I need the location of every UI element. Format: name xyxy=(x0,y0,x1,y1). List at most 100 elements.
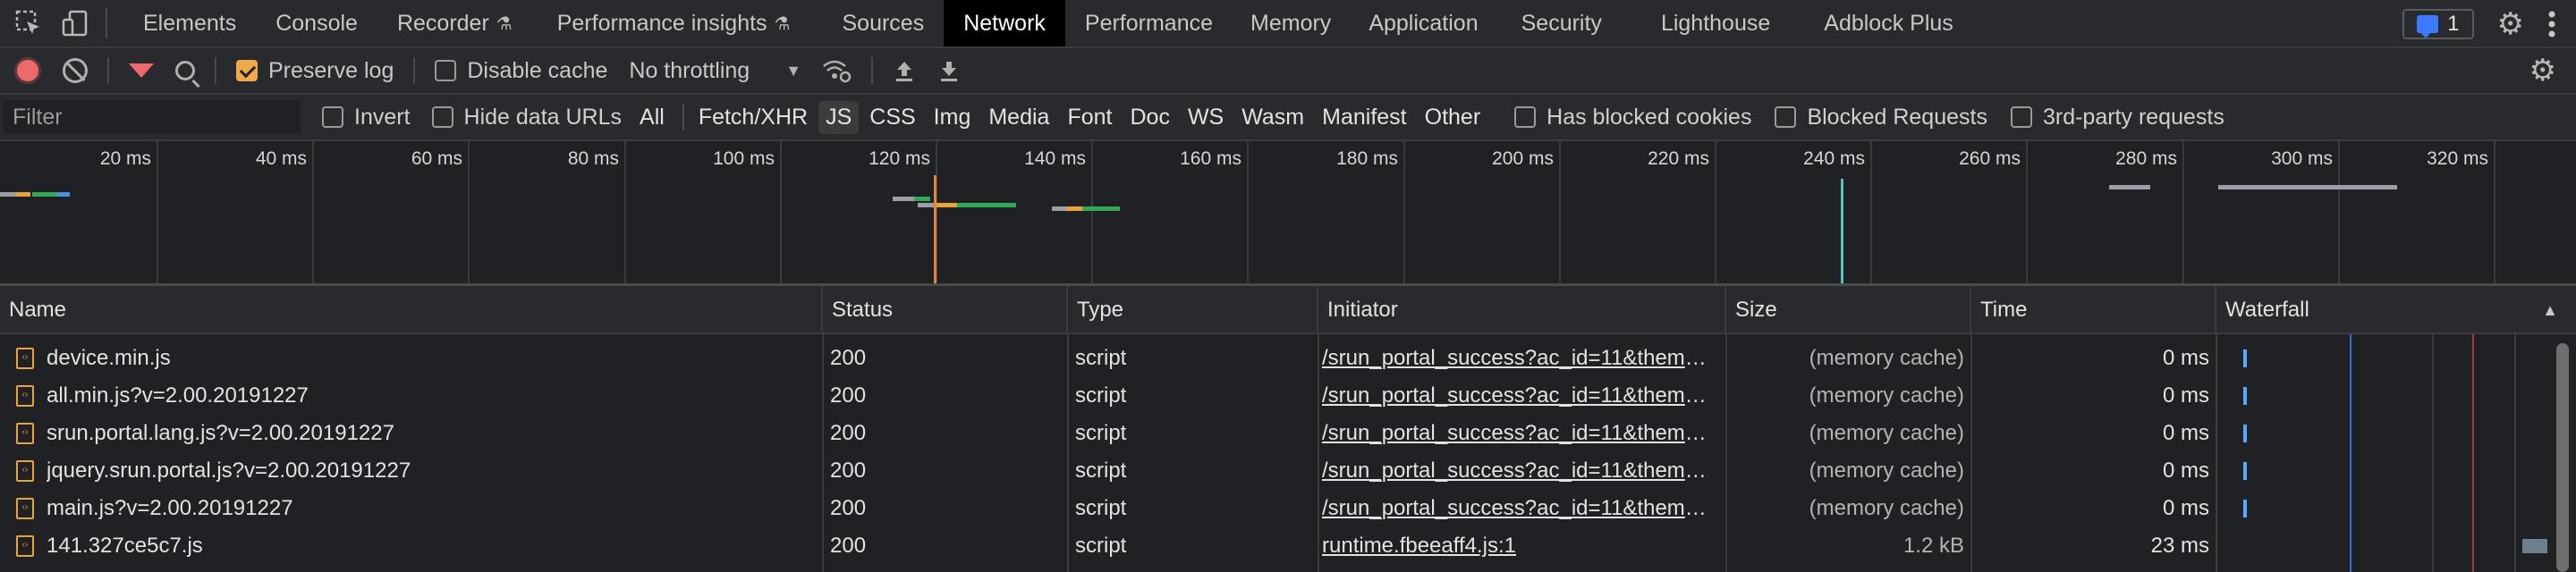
table-row[interactable]: ‹› device.min.js 200 script/srun_portal_suc… xyxy=(0,340,2549,377)
tab-recorder[interactable]: Recorder ⚗ xyxy=(377,0,532,46)
throttling-select[interactable]: No throttling ▼ xyxy=(629,58,801,84)
checkbox-checked[interactable] xyxy=(236,60,258,81)
table-row[interactable]: ‹› srun.portal.lang.js?v=2.00.20191227 200… xyxy=(0,415,2549,452)
table-scrollbar[interactable] xyxy=(2551,334,2576,572)
request-status: 200 xyxy=(830,383,867,408)
overview-grid-line xyxy=(780,141,782,283)
tab-lighthouse[interactable]: Lighthouse xyxy=(1625,0,1790,46)
more-options-icon[interactable] xyxy=(2547,10,2556,38)
overview-tick-label: 120 ms xyxy=(869,148,930,169)
type-filter-doc[interactable]: Doc xyxy=(1123,101,1176,134)
request-table: Name Status Type Initiator Size Time Wat… xyxy=(0,286,2576,572)
clear-icon[interactable] xyxy=(63,58,88,83)
type-filter-css[interactable]: CSS xyxy=(862,101,922,134)
type-filter-img[interactable]: Img xyxy=(927,101,979,134)
invert-checkbox[interactable]: Invert xyxy=(322,105,411,130)
checkbox-unchecked[interactable] xyxy=(435,60,457,81)
sort-ascending-icon[interactable]: ▲ xyxy=(2542,286,2558,334)
column-header-waterfall[interactable]: Waterfall xyxy=(2216,286,2576,334)
network-conditions-icon[interactable] xyxy=(821,58,852,83)
checkbox-label: 3rd-party requests xyxy=(2042,104,2224,130)
search-icon[interactable] xyxy=(175,61,195,80)
scrollbar-thumb[interactable] xyxy=(2556,343,2569,572)
preserve-log-checkbox[interactable]: Preserve log xyxy=(236,58,394,84)
request-time: 23 ms xyxy=(2150,534,2209,558)
toolbar-divider xyxy=(871,57,874,84)
checkbox-unchecked[interactable] xyxy=(1775,106,1797,128)
tab-security[interactable]: Security xyxy=(1498,0,1625,46)
has-blocked-cookies-checkbox[interactable]: Has blocked cookies xyxy=(1514,105,1751,130)
overview-request-bar xyxy=(1082,206,1120,211)
request-initiator-link[interactable]: runtime.fbeeaff4.js:1 xyxy=(1322,527,1716,565)
overview-tick-label: 40 ms xyxy=(255,148,307,169)
network-overview[interactable]: 20 ms 40 ms 60 ms 80 ms 100 ms 120 ms 140 ms 16… xyxy=(0,141,2576,286)
table-row[interactable]: ‹› all.min.js?v=2.00.20191227 200 script/sr… xyxy=(0,377,2549,415)
blocked-requests-checkbox[interactable]: Blocked Requests xyxy=(1775,105,1987,130)
request-size: (memory cache) xyxy=(1809,421,1964,445)
overview-request-bar xyxy=(957,203,1016,207)
request-initiator-link[interactable]: /srun_portal_success?ac_id=11&theme=pro xyxy=(1322,340,1716,377)
request-initiator-link[interactable]: /srun_portal_success?ac_id=11&theme=pro xyxy=(1322,490,1716,527)
table-header: Name Status Type Initiator Size Time Wat… xyxy=(0,286,2576,334)
third-party-requests-checkbox[interactable]: 3rd-party requests xyxy=(2010,104,2224,130)
inspect-element-icon[interactable] xyxy=(14,9,43,38)
tab-adblock-plus[interactable]: Adblock Plus xyxy=(1790,0,1973,46)
issues-badge[interactable]: 1 xyxy=(2402,9,2474,39)
settings-gear-icon[interactable]: ⚙ xyxy=(2497,9,2524,39)
type-filter-other[interactable]: Other xyxy=(1418,101,1488,134)
request-name: all.min.js?v=2.00.20191227 xyxy=(47,383,309,408)
request-initiator-link[interactable]: /srun_portal_success?ac_id=11&theme=pro xyxy=(1322,415,1716,452)
network-settings-gear-icon[interactable]: ⚙ xyxy=(2529,55,2556,86)
request-name: device.min.js xyxy=(47,346,171,370)
overview-tick-label: 320 ms xyxy=(2427,148,2488,169)
request-initiator-link[interactable]: /srun_portal_success?ac_id=11&theme=pro xyxy=(1322,377,1716,415)
experimental-flask-icon: ⚗ xyxy=(496,13,513,34)
checkbox-unchecked[interactable] xyxy=(1514,106,1537,128)
waterfall-bar xyxy=(2243,500,2247,517)
column-header-status[interactable]: Status xyxy=(823,286,1068,334)
record-icon[interactable] xyxy=(14,57,41,84)
type-filter-manifest[interactable]: Manifest xyxy=(1315,101,1413,134)
export-har-icon[interactable] xyxy=(937,58,961,83)
type-filter-media[interactable]: Media xyxy=(981,101,1056,134)
type-filter-wasm[interactable]: Wasm xyxy=(1234,101,1311,134)
type-filter-all[interactable]: All xyxy=(632,101,672,134)
checkbox-unchecked[interactable] xyxy=(322,106,343,128)
request-type: script xyxy=(1075,458,1127,483)
overview-grid-line xyxy=(2026,141,2028,283)
column-header-initiator[interactable]: Initiator xyxy=(1318,286,1726,334)
overview-tick-label: 200 ms xyxy=(1492,148,1554,169)
table-row[interactable]: ‹› jquery.srun.portal.js?v=2.00.20191227 2… xyxy=(0,452,2549,490)
overview-request-bar xyxy=(893,197,914,201)
column-header-size[interactable]: Size xyxy=(1726,286,1971,334)
type-filter-font[interactable]: Font xyxy=(1060,101,1119,134)
column-header-type[interactable]: Type xyxy=(1068,286,1318,334)
tab-memory[interactable]: Memory xyxy=(1233,0,1349,46)
checkbox-unchecked[interactable] xyxy=(431,106,453,128)
checkbox-unchecked[interactable] xyxy=(2010,106,2032,128)
type-filter-ws[interactable]: WS xyxy=(1181,101,1231,134)
overview-grid-line xyxy=(1247,141,1249,283)
type-filter-js[interactable]: JS xyxy=(818,100,860,134)
overview-tick-label: 300 ms xyxy=(2271,148,2333,169)
tab-performance-insights[interactable]: Performance insights ⚗ xyxy=(538,0,810,46)
column-header-time[interactable]: Time xyxy=(1971,286,2216,334)
table-row[interactable]: ‹› 141.327ce5c7.js 200 script runtime.fbeeaf… xyxy=(0,527,2549,565)
tab-performance[interactable]: Performance xyxy=(1065,0,1233,46)
tab-console[interactable]: Console xyxy=(256,0,377,46)
disable-cache-checkbox[interactable]: Disable cache xyxy=(435,58,607,84)
type-filter-fetch-xhr[interactable]: Fetch/XHR xyxy=(691,101,815,134)
tab-network[interactable]: Network xyxy=(944,0,1065,46)
hide-data-urls-checkbox[interactable]: Hide data URLs xyxy=(431,105,622,130)
request-initiator-link[interactable]: /srun_portal_success?ac_id=11&theme=pro xyxy=(1322,452,1716,490)
table-row[interactable]: ‹› main.js?v=2.00.20191227 200 script/srun_… xyxy=(0,490,2549,527)
overview-request-bar xyxy=(914,197,930,201)
import-har-icon[interactable] xyxy=(893,58,916,83)
tab-sources[interactable]: Sources xyxy=(822,0,944,46)
column-header-name[interactable]: Name xyxy=(0,286,823,334)
filter-icon[interactable] xyxy=(129,63,154,78)
device-toolbar-icon[interactable] xyxy=(61,9,89,38)
tab-elements[interactable]: Elements xyxy=(123,0,256,46)
tab-application[interactable]: Application xyxy=(1349,0,1497,46)
filter-input[interactable] xyxy=(4,100,301,134)
